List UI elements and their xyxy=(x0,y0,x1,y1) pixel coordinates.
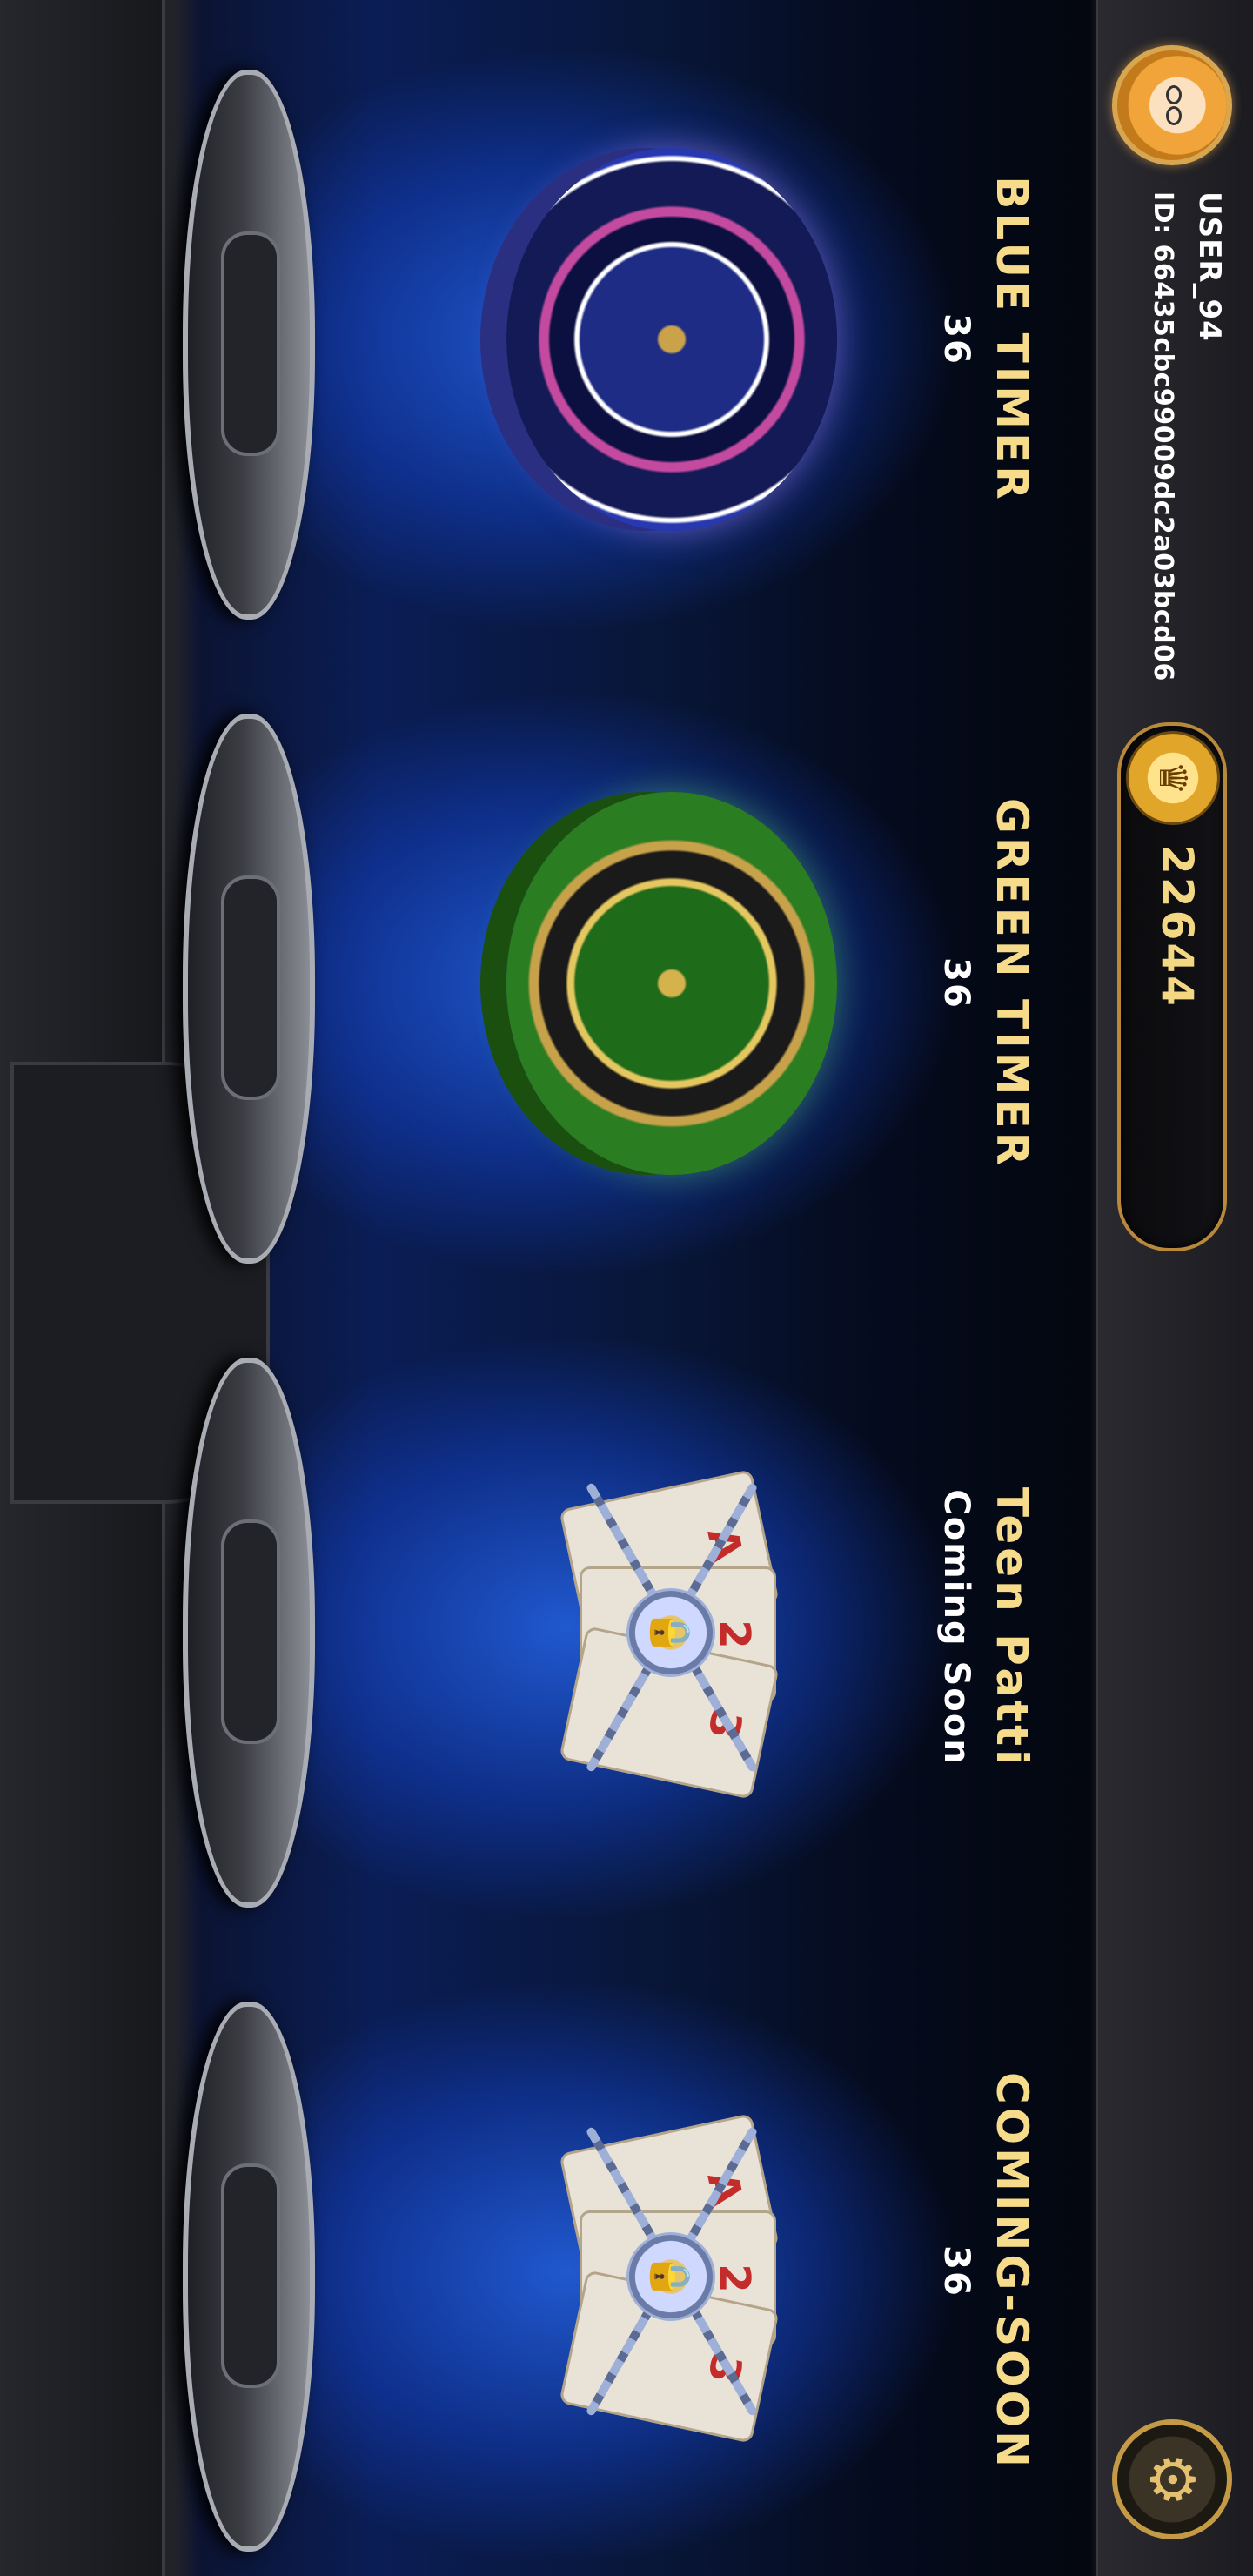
avatar-face-icon xyxy=(1157,84,1192,127)
game-card-teen-patti[interactable]: Teen Patti Coming Soon A 2 3 🔒 xyxy=(124,1305,1098,1949)
locked-cards-art: A 2 3 🔒 xyxy=(506,1436,837,1819)
game-subtitle: 36 xyxy=(936,2245,976,2298)
pedestal-slot xyxy=(221,1519,280,1744)
glasses-right-icon xyxy=(1166,106,1182,125)
game-title: Teen Patti xyxy=(987,1486,1037,1768)
pedestal xyxy=(183,70,315,620)
padlock-icon: 🔒 xyxy=(626,2232,715,2321)
game-card-blue-timer[interactable]: BLUE TIMER 36 xyxy=(124,17,1098,661)
pedestal-slot xyxy=(221,231,280,456)
game-title: COMING-SOON xyxy=(987,2071,1037,2472)
game-subtitle: 36 xyxy=(936,957,976,1010)
game-title: GREEN TIMER xyxy=(987,797,1037,1170)
card-rank: 2 xyxy=(710,1620,759,1649)
pedestal-slot xyxy=(221,2163,280,2388)
username: USER_94 xyxy=(1192,191,1227,342)
pedestal-slot xyxy=(221,875,280,1100)
blue-roulette-wheel-icon xyxy=(506,148,837,531)
pedestal xyxy=(183,1358,315,1908)
pedestal xyxy=(183,2002,315,2552)
card-rank: 2 xyxy=(710,2264,759,2293)
gear-icon: ⚙ xyxy=(1136,2452,1208,2507)
coin-icon: ♛ xyxy=(1126,731,1220,825)
user-id: ID: 66435cbc99009dc2a03bcd06 xyxy=(1148,191,1178,681)
game-lobby-screen: USER_94 ID: 66435cbc99009dc2a03bcd06 ♛ 2… xyxy=(0,0,1253,2576)
game-card-green-timer[interactable]: GREEN TIMER 36 xyxy=(124,661,1098,1305)
game-title: BLUE TIMER xyxy=(987,176,1037,503)
pedestal xyxy=(183,714,315,1264)
coin-value: 22644 xyxy=(1152,844,1203,1009)
locked-cards-art: A 2 3 🔒 xyxy=(506,2080,837,2463)
glasses-left-icon xyxy=(1166,85,1182,104)
top-bar: USER_94 ID: 66435cbc99009dc2a03bcd06 ♛ 2… xyxy=(1096,0,1253,2576)
settings-button[interactable]: ⚙ xyxy=(1112,2419,1232,2539)
avatar[interactable] xyxy=(1112,45,1232,165)
game-subtitle: 36 xyxy=(936,313,976,366)
green-roulette-wheel-icon xyxy=(506,792,837,1175)
game-subtitle: Coming Soon xyxy=(936,1489,976,1766)
padlock-icon: 🔒 xyxy=(626,1588,715,1677)
lobby-landscape: USER_94 ID: 66435cbc99009dc2a03bcd06 ♛ 2… xyxy=(0,0,1253,2576)
coin-balance[interactable]: ♛ 22644 xyxy=(1117,722,1227,1251)
game-card-coming-soon[interactable]: COMING-SOON 36 A 2 3 🔒 xyxy=(124,1949,1098,2576)
